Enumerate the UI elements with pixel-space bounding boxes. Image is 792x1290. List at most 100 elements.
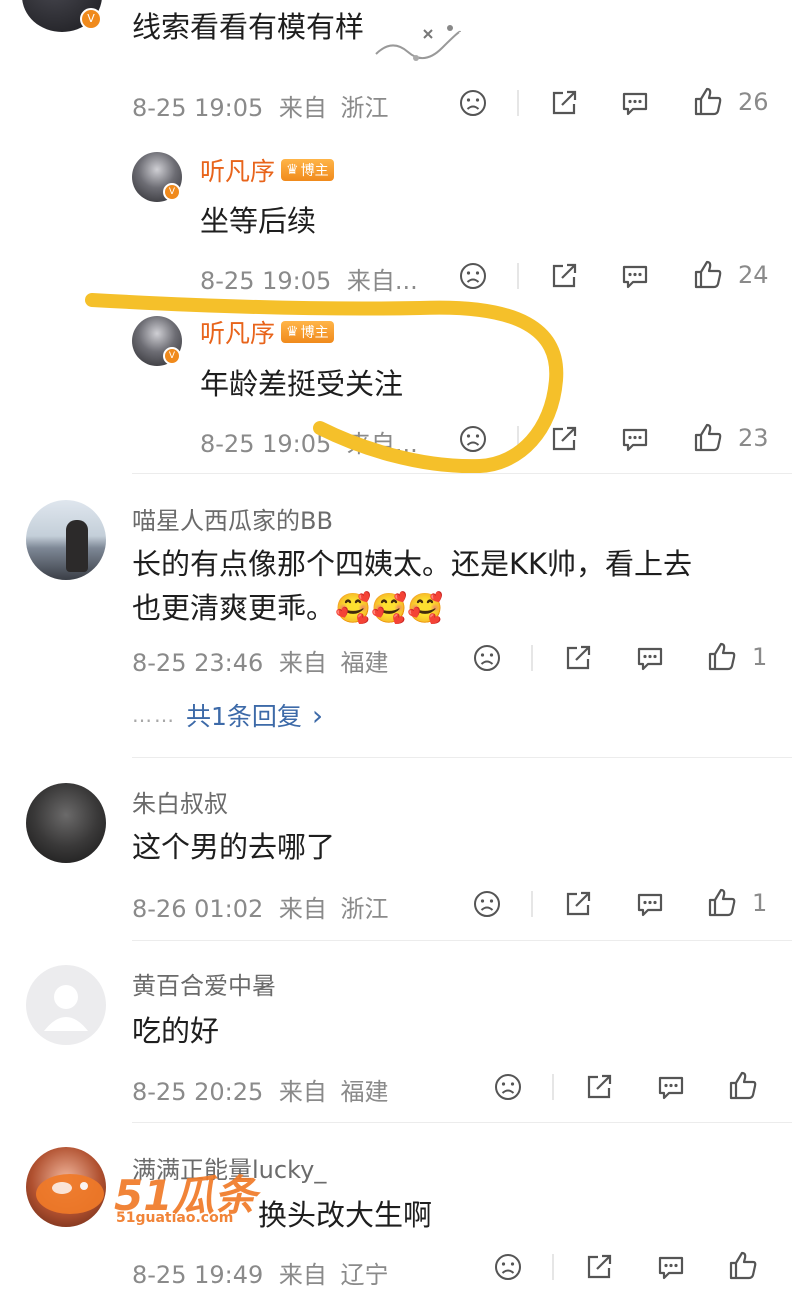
reply-meta: 8-25 19:05 来自... xyxy=(200,424,418,459)
comment-source: 来自 xyxy=(278,1078,327,1106)
like-icon[interactable] xyxy=(727,1070,759,1102)
comment-time: 8-25 19:05 xyxy=(132,94,264,122)
action-divider xyxy=(552,1254,554,1280)
like-count: 24 xyxy=(738,261,769,289)
comment-time: 8-25 20:25 xyxy=(132,1078,264,1106)
comment-meta: 8-25 19:05 来自 浙江 xyxy=(132,88,389,123)
commenter-name[interactable]: 黄百合爱中暑 xyxy=(132,966,276,1001)
like-count: 1 xyxy=(752,643,768,671)
crown-icon: ♛ xyxy=(286,162,299,178)
comment-icon[interactable] xyxy=(635,643,665,673)
comment-source: 来自 xyxy=(278,94,327,122)
share-icon[interactable] xyxy=(584,1252,614,1282)
view-replies-link[interactable]: …… 共1条回复 › xyxy=(132,697,323,733)
share-icon[interactable] xyxy=(549,261,579,291)
reply-author-row: 听凡序 ♛ 博主 xyxy=(200,152,334,188)
reply-source: 来自... xyxy=(346,267,418,295)
reply-thread-dots: …… xyxy=(132,703,176,727)
chevron-right-icon: › xyxy=(311,698,324,732)
comment-meta: 8-25 23:46 来自 福建 xyxy=(132,643,389,678)
verified-badge-icon: V xyxy=(163,183,181,201)
share-icon[interactable] xyxy=(549,88,579,118)
verified-badge-icon: V xyxy=(163,347,181,365)
commenter-avatar[interactable] xyxy=(26,783,106,863)
dislike-icon[interactable] xyxy=(493,1252,523,1282)
action-divider xyxy=(517,263,519,289)
comment-text: 线索看看有模有样 xyxy=(132,10,365,44)
commenter-name[interactable]: 喵星人西瓜家的BB xyxy=(132,501,333,536)
comment-icon[interactable] xyxy=(656,1252,686,1282)
action-divider xyxy=(517,426,519,452)
action-divider xyxy=(552,1074,554,1100)
dislike-icon[interactable] xyxy=(472,643,502,673)
share-icon[interactable] xyxy=(549,424,579,454)
like-count: 1 xyxy=(752,889,768,917)
comment-time: 8-25 19:49 xyxy=(132,1261,264,1289)
blogger-badge: ♛ 博主 xyxy=(281,159,334,181)
comment-time: 8-26 01:02 xyxy=(132,895,264,923)
action-divider xyxy=(531,645,533,671)
share-icon[interactable] xyxy=(584,1072,614,1102)
crown-icon: ♛ xyxy=(286,324,299,340)
reply-text: 坐等后续 xyxy=(200,204,317,238)
comment-divider xyxy=(132,757,792,758)
dislike-icon[interactable] xyxy=(458,88,488,118)
share-icon[interactable] xyxy=(563,643,593,673)
default-avatar-icon[interactable] xyxy=(26,965,106,1045)
reply-text: 年龄差挺受关注 xyxy=(200,367,404,401)
decorative-flourish-icon xyxy=(375,25,461,61)
action-divider xyxy=(517,90,519,116)
comment-divider xyxy=(132,940,792,941)
comment-icon[interactable] xyxy=(620,261,650,291)
comment-text-line-2: 也更清爽更乖。🥰🥰🥰 xyxy=(132,591,444,625)
action-divider xyxy=(531,891,533,917)
like-icon[interactable] xyxy=(706,887,738,919)
dislike-icon[interactable] xyxy=(493,1072,523,1102)
verified-badge-icon: V xyxy=(80,8,102,30)
comment-text-line-1: 长的有点像那个四姨太。还是KK帅，看上去 xyxy=(132,547,693,581)
reply-author-row: 听凡序 ♛ 博主 xyxy=(200,314,334,350)
reply-meta: 8-25 19:05 来自... xyxy=(200,261,418,296)
reply-time: 8-25 19:05 xyxy=(200,267,332,295)
like-icon[interactable] xyxy=(692,259,724,291)
comment-divider xyxy=(132,473,792,474)
comment-region: 福建 xyxy=(340,1078,389,1106)
like-icon[interactable] xyxy=(692,422,724,454)
comment-region: 辽宁 xyxy=(340,1261,389,1289)
comment-text: 这个男的去哪了 xyxy=(132,830,336,864)
reply-author-name[interactable]: 听凡序 xyxy=(200,152,275,188)
comment-region: 福建 xyxy=(340,649,389,677)
comment-region: 浙江 xyxy=(340,94,389,122)
reply-summary: 共1条回复 xyxy=(186,702,302,731)
comment-source: 来自 xyxy=(278,1261,327,1289)
site-watermark: 51瓜条 51guatiao.com xyxy=(32,1160,272,1230)
like-count: 26 xyxy=(738,88,769,116)
reply-author-name[interactable]: 听凡序 xyxy=(200,314,275,350)
like-icon[interactable] xyxy=(706,641,738,673)
dislike-icon[interactable] xyxy=(458,261,488,291)
like-count: 23 xyxy=(738,424,769,452)
comment-divider xyxy=(132,1122,792,1123)
comment-meta: 8-25 20:25 来自 福建 xyxy=(132,1072,389,1107)
like-icon[interactable] xyxy=(727,1250,759,1282)
dislike-icon[interactable] xyxy=(458,424,488,454)
comment-meta: 8-26 01:02 来自 浙江 xyxy=(132,889,389,924)
comment-meta: 8-25 19:49 来自 辽宁 xyxy=(132,1255,389,1290)
commenter-name[interactable]: 朱白叔叔 xyxy=(132,784,228,819)
blogger-badge: ♛ 博主 xyxy=(281,321,334,343)
comment-region: 浙江 xyxy=(340,895,389,923)
dislike-icon[interactable] xyxy=(472,889,502,919)
comment-icon[interactable] xyxy=(620,88,650,118)
commenter-avatar[interactable] xyxy=(26,500,106,580)
comment-time: 8-25 23:46 xyxy=(132,649,264,677)
comment-source: 来自 xyxy=(278,649,327,677)
comment-icon[interactable] xyxy=(620,424,650,454)
comment-source: 来自 xyxy=(278,895,327,923)
comment-icon[interactable] xyxy=(656,1072,686,1102)
blogger-badge-label: 博主 xyxy=(300,325,329,341)
like-icon[interactable] xyxy=(692,86,724,118)
share-icon[interactable] xyxy=(563,889,593,919)
comment-icon[interactable] xyxy=(635,889,665,919)
comment-text: 换头改大生啊 xyxy=(258,1198,433,1232)
watermark-logo-icon xyxy=(36,1174,104,1214)
